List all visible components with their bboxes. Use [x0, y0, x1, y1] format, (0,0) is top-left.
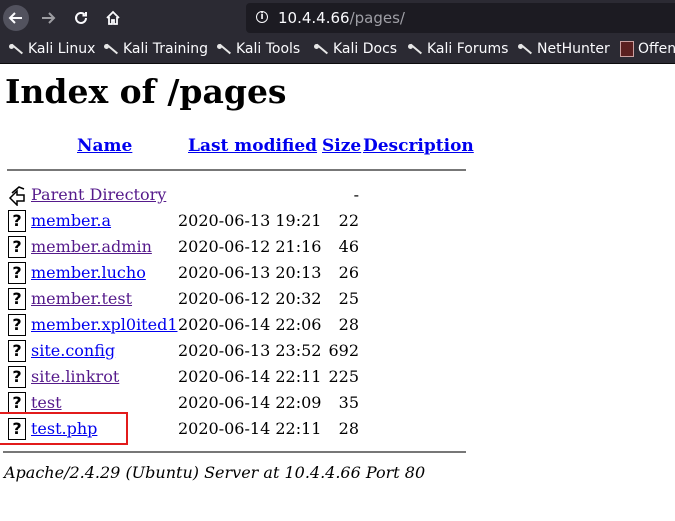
browser-toolbar: i 10.4.4.66/pages/ — [0, 0, 675, 36]
bookmark-kali-forums[interactable]: Kali Forums — [407, 41, 508, 57]
file-link[interactable]: site.config — [31, 341, 115, 360]
bookmark-offensive-security[interactable]: Offen — [620, 41, 675, 57]
back-folder-icon — [8, 186, 25, 206]
file-size: 26 — [338, 263, 359, 282]
unknown-file-icon: ? — [8, 392, 26, 414]
kali-dragon-icon — [313, 41, 329, 57]
file-modified: 2020-06-14 22:06 — [178, 315, 322, 334]
file-size: 692 — [328, 341, 359, 360]
file-size: 28 — [338, 315, 359, 334]
bookmark-label: NetHunter — [537, 41, 610, 57]
column-header-name[interactable]: Name — [77, 136, 132, 156]
unknown-file-icon: ? — [8, 210, 26, 232]
file-row: ? member.xpl0ited1 2020-06-14 22:06 28 — [0, 312, 480, 338]
file-size: 22 — [338, 211, 359, 230]
bookmarks-bar: Kali Linux Kali Training Kali Tools Kali… — [0, 36, 675, 64]
bookmark-kali-linux[interactable]: Kali Linux — [8, 41, 95, 57]
home-icon — [106, 10, 120, 25]
unknown-file-icon: ? — [8, 340, 26, 362]
file-size: 28 — [338, 419, 359, 438]
file-modified: 2020-06-14 22:11 — [178, 419, 322, 438]
divider — [7, 169, 466, 171]
url-bar[interactable]: i 10.4.4.66/pages/ — [246, 3, 675, 33]
server-signature: Apache/2.4.29 (Ubuntu) Server at 10.4.4.… — [4, 463, 426, 482]
file-size: 46 — [338, 237, 359, 256]
column-header-description[interactable]: Description — [363, 136, 474, 156]
file-size: 25 — [338, 289, 359, 308]
url-text: 10.4.4.66/pages/ — [278, 9, 405, 27]
file-modified: 2020-06-12 20:32 — [178, 289, 322, 308]
bookmark-kali-tools[interactable]: Kali Tools — [216, 41, 300, 57]
column-header-last-modified[interactable]: Last modified — [188, 136, 317, 156]
unknown-file-icon: ? — [8, 288, 26, 310]
kali-dragon-icon — [517, 41, 533, 57]
home-button[interactable] — [100, 5, 126, 31]
info-icon[interactable]: i — [256, 11, 268, 23]
file-size: 225 — [328, 367, 359, 386]
file-modified: 2020-06-13 19:21 — [178, 211, 322, 230]
file-row: ? member.lucho 2020-06-13 20:13 26 — [0, 260, 480, 286]
parent-directory-row: Parent Directory - — [0, 182, 480, 208]
file-modified: 2020-06-13 20:13 — [178, 263, 322, 282]
file-link[interactable]: test — [31, 393, 62, 412]
file-link[interactable]: site.linkrot — [31, 367, 119, 386]
file-row: ? site.config 2020-06-13 23:52 692 — [0, 338, 480, 364]
reload-button[interactable] — [68, 5, 94, 31]
file-row: ? member.a 2020-06-13 19:21 22 — [0, 208, 480, 234]
file-row: ? member.admin 2020-06-12 21:16 46 — [0, 234, 480, 260]
kali-dragon-icon — [407, 41, 423, 57]
column-header-size[interactable]: Size — [322, 136, 361, 156]
kali-dragon-icon — [8, 41, 24, 57]
bookmark-label: Kali Forums — [427, 41, 509, 57]
bookmark-label: Kali Tools — [236, 41, 301, 57]
file-modified: 2020-06-12 21:16 — [178, 237, 322, 256]
page-content: Index of /pages Name Last modified Size … — [0, 64, 675, 521]
back-button[interactable] — [3, 5, 29, 31]
url-host: 10.4.4.66 — [278, 9, 350, 27]
file-link[interactable]: member.a — [31, 211, 111, 230]
reload-icon — [75, 11, 87, 24]
url-path: /pages/ — [349, 9, 405, 27]
arrow-left-icon — [8, 12, 22, 24]
file-link[interactable]: member.admin — [31, 237, 152, 256]
unknown-file-icon: ? — [8, 314, 26, 336]
bookmark-kali-docs[interactable]: Kali Docs — [313, 41, 397, 57]
bookmark-nethunter[interactable]: NetHunter — [517, 41, 610, 57]
file-modified: 2020-06-14 22:09 — [178, 393, 322, 412]
forward-button[interactable] — [35, 5, 61, 31]
page-title: Index of /pages — [5, 72, 287, 111]
parent-size: - — [353, 185, 359, 204]
unknown-file-icon: ? — [8, 262, 26, 284]
bookmark-kali-training[interactable]: Kali Training — [103, 41, 208, 57]
offsec-icon — [620, 41, 634, 57]
file-link[interactable]: member.lucho — [31, 263, 146, 282]
bookmark-label: Kali Training — [123, 41, 208, 57]
bookmark-label: Kali Linux — [28, 41, 96, 57]
unknown-file-icon: ? — [8, 236, 26, 258]
kali-dragon-icon — [103, 41, 119, 57]
unknown-file-icon: ? — [8, 366, 26, 388]
file-row: ? member.test 2020-06-12 20:32 25 — [0, 286, 480, 312]
bookmark-label: Kali Docs — [333, 41, 398, 57]
divider — [3, 451, 466, 453]
kali-dragon-icon — [216, 41, 232, 57]
file-row: ? site.linkrot 2020-06-14 22:11 225 — [0, 364, 480, 390]
bookmark-label: Offen — [638, 41, 675, 57]
parent-directory-link[interactable]: Parent Directory — [31, 185, 166, 204]
file-link[interactable]: member.test — [31, 289, 132, 308]
file-link[interactable]: member.xpl0ited1 — [31, 315, 178, 334]
file-modified: 2020-06-13 23:52 — [178, 341, 322, 360]
file-size: 35 — [338, 393, 359, 412]
file-modified: 2020-06-14 22:11 — [178, 367, 322, 386]
arrow-right-icon — [42, 12, 56, 24]
highlight-box — [0, 412, 128, 445]
